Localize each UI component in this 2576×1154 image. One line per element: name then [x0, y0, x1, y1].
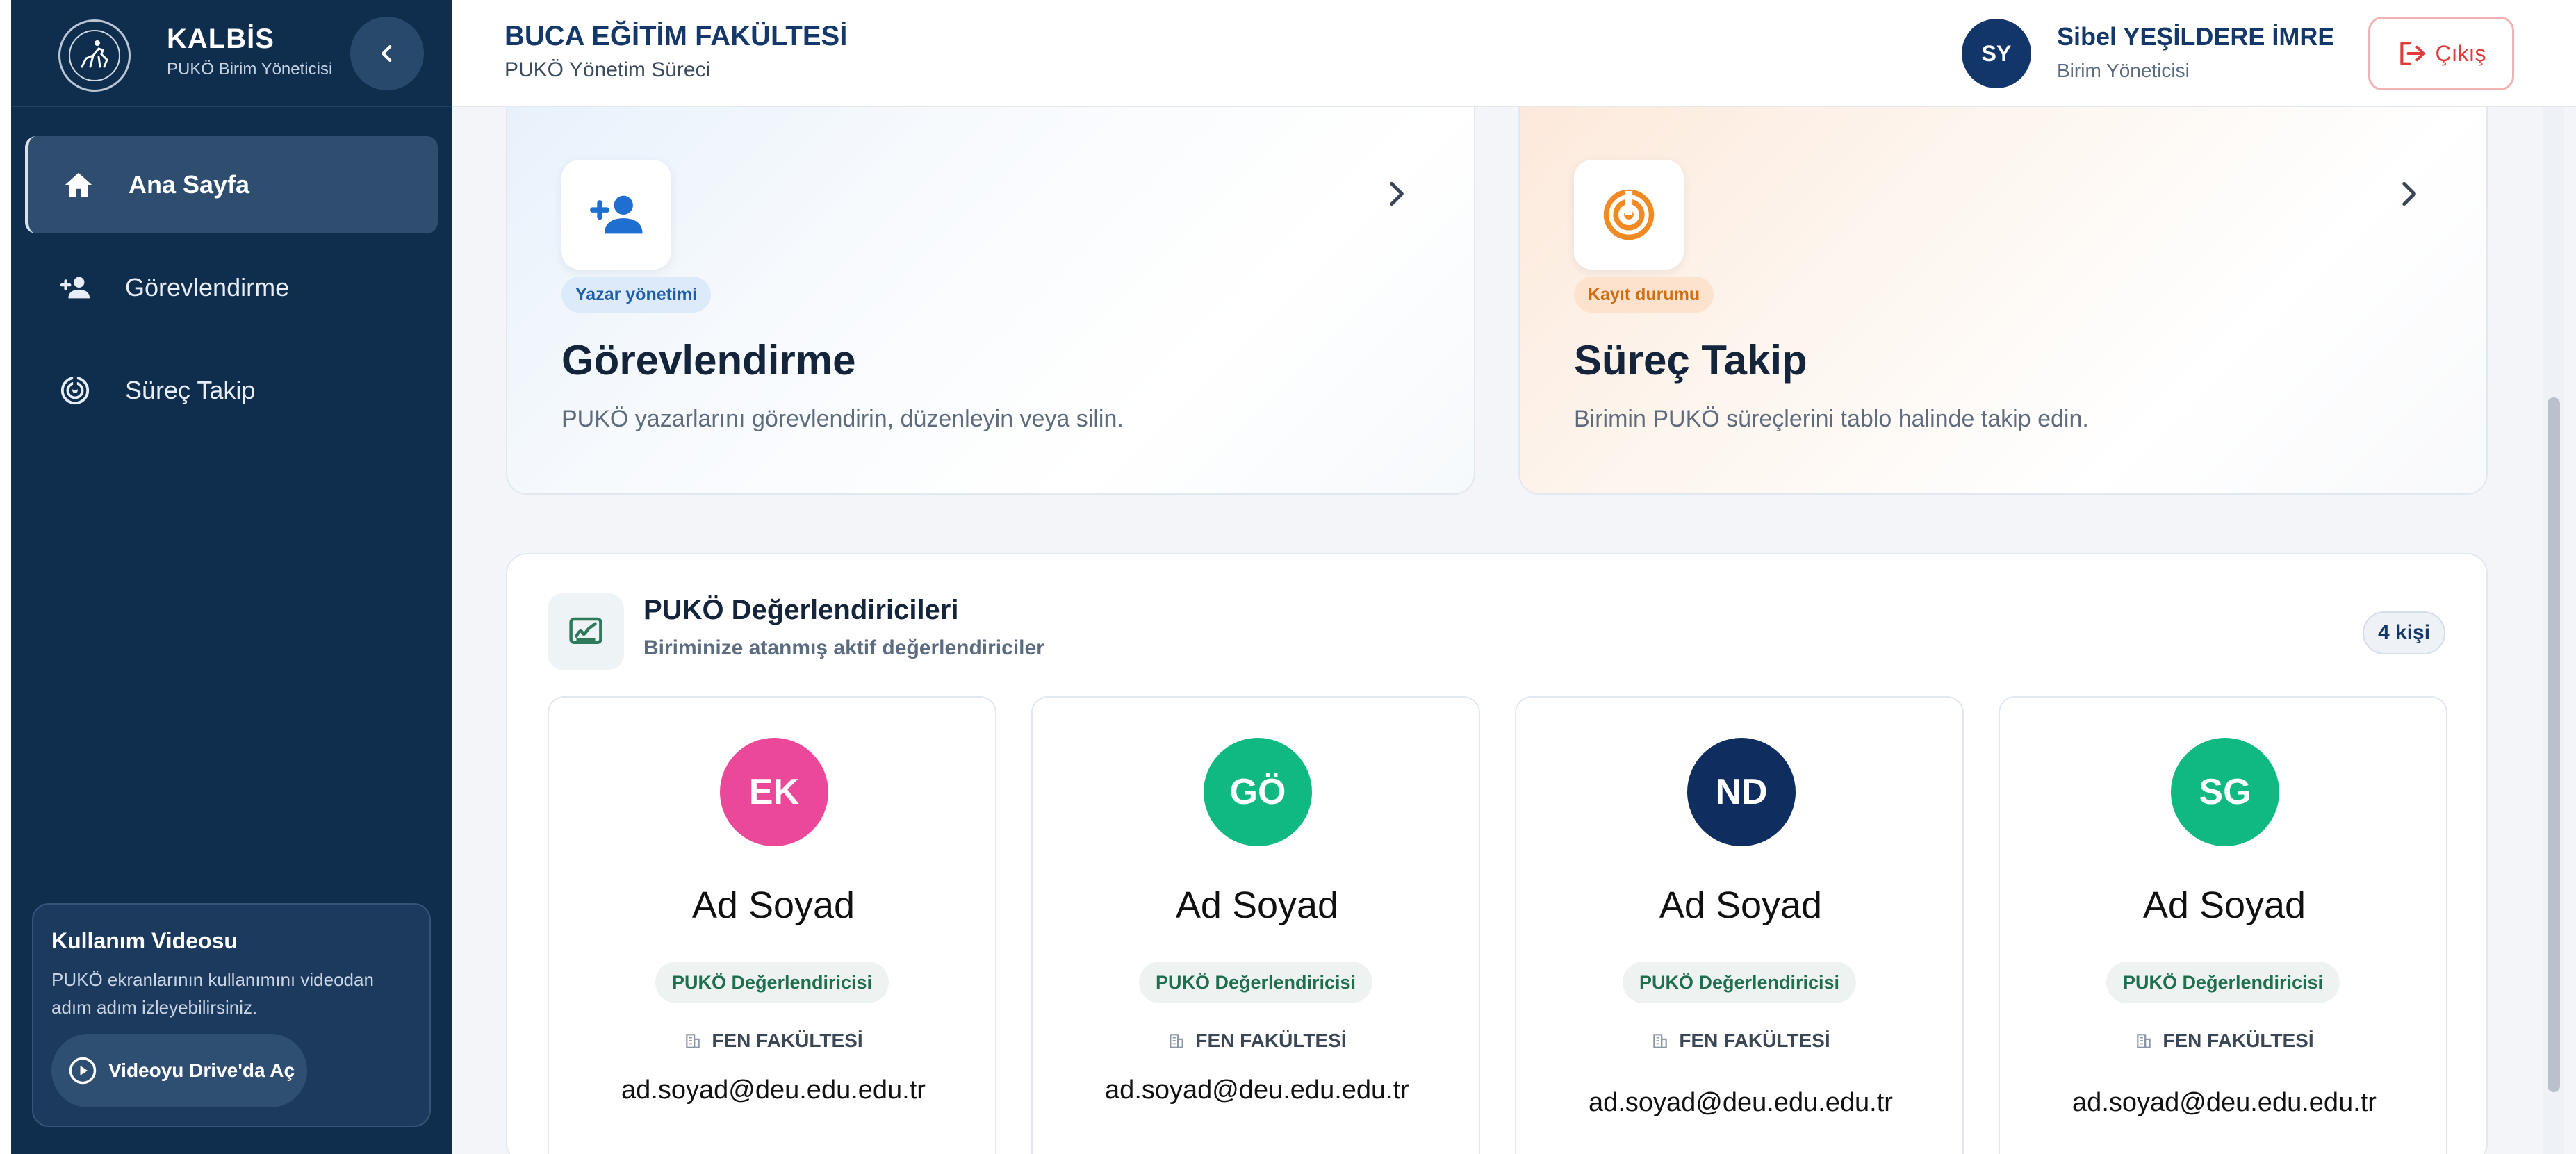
evaluator-unit: FEN FAKÜLTESİ: [549, 1030, 998, 1052]
chevron-left-icon: [382, 44, 392, 63]
person-add-icon: [590, 195, 643, 234]
evaluator-unit: FEN FAKÜLTESİ: [1516, 1030, 1965, 1052]
evaluators-subtitle: Biriminize atanmış aktif değerlendiricil…: [643, 636, 1044, 659]
card-title: Süreç Takip: [1574, 337, 1807, 384]
logout-icon: [2399, 42, 2425, 65]
scrollbar-thumb[interactable]: [2548, 397, 2560, 1092]
chevron-right-icon: [1390, 181, 1404, 206]
evaluator-avatar: SG: [2171, 738, 2279, 846]
page-scrollbar[interactable]: [2543, 107, 2564, 1154]
card-title: Görevlendirme: [561, 337, 856, 384]
evaluator-role-badge: PUKÖ Değerlendiricisi: [655, 962, 889, 1003]
logout-button[interactable]: Çıkış: [2368, 17, 2514, 90]
window-edge: [0, 0, 11, 1154]
evaluator-unit: FEN FAKÜLTESİ: [2000, 1030, 2449, 1052]
sidebar-item-label: Süreç Takip: [125, 376, 256, 404]
evaluator-unit-label: FEN FAKÜLTESİ: [1679, 1030, 1830, 1051]
evaluator-card: ND Ad Soyad PUKÖ Değerlendiricisi FEN FA…: [1515, 696, 1964, 1154]
evaluator-unit: FEN FAKÜLTESİ: [1033, 1030, 1482, 1052]
evaluator-role-badge: PUKÖ Değerlendiricisi: [1138, 962, 1373, 1003]
evaluators-count-badge: 4 kişi: [2363, 611, 2446, 654]
app-title: KALBİS: [167, 24, 274, 54]
evaluators-title: PUKÖ Değerlendiricileri: [643, 595, 959, 625]
sidebar-item-gorevlendirme[interactable]: Görevlendirme: [25, 239, 438, 336]
sidebar-item-label: Ana Sayfa: [129, 170, 250, 199]
process-card-icon-box: [1574, 160, 1684, 270]
evaluator-card: EK Ad Soyad PUKÖ Değerlendiricisi FEN FA…: [548, 696, 996, 1154]
card-description: PUKÖ yazarlarını görevlendirin, düzenley…: [561, 406, 1124, 432]
user-avatar: SY: [1962, 19, 2031, 88]
evaluator-email: ad.soyad@deu.edu.edu.tr: [2072, 1088, 2377, 1117]
video-card-title: Kullanım Videosu: [51, 928, 238, 953]
person-add-icon: [58, 271, 92, 304]
evaluator-unit-label: FEN FAKÜLTESİ: [712, 1030, 863, 1051]
chevron-right-icon: [2402, 181, 2416, 206]
home-icon: [62, 168, 95, 201]
evaluator-email: ad.soyad@deu.edu.edu.tr: [1105, 1075, 1409, 1105]
evaluator-unit-label: FEN FAKÜLTESİ: [2163, 1030, 2314, 1051]
evaluator-name: Ad Soyad: [1175, 884, 1339, 926]
top-header: BUCA EĞİTİM FAKÜLTESİ PUKÖ Yönetim Sürec…: [452, 0, 2576, 107]
evaluator-avatar: ND: [1687, 738, 1796, 846]
play-circle-icon: [69, 1057, 97, 1085]
user-name: Sibel YEŞİLDERE İMRE: [2057, 22, 2335, 51]
evaluator-avatar: GÖ: [1204, 738, 1312, 846]
app-subtitle: PUKÖ Birim Yöneticisi: [167, 60, 333, 79]
radar-icon: [1603, 189, 1655, 240]
usage-video-card: Kullanım Videosu PUKÖ ekranlarının kulla…: [32, 903, 431, 1127]
logout-label: Çıkış: [2435, 40, 2486, 66]
card-badge: Yazar yönetimi: [561, 277, 712, 313]
evaluators-panel: PUKÖ Değerlendiricileri Biriminize atanm…: [506, 553, 2488, 1154]
page-subtitle: PUKÖ Yönetim Süreci: [504, 58, 711, 81]
sidebar-brand: KALBİS PUKÖ Birim Yöneticisi: [11, 0, 452, 107]
evaluator-role-badge: PUKÖ Değerlendiricisi: [2106, 962, 2340, 1003]
university-logo: [58, 19, 131, 92]
horse-rider-icon: [69, 30, 120, 81]
signature-icon: [569, 617, 602, 644]
building-icon: [1170, 1034, 1184, 1048]
page-title: BUCA EĞİTİM FAKÜLTESİ: [504, 21, 848, 51]
building-icon: [1653, 1034, 1668, 1048]
evaluator-card: GÖ Ad Soyad PUKÖ Değerlendiricisi FEN FA…: [1031, 696, 1480, 1154]
open-video-label: Videoyu Drive'da Aç: [108, 1060, 295, 1081]
evaluator-name: Ad Soyad: [2142, 884, 2306, 926]
open-video-button[interactable]: Videoyu Drive'da Aç: [51, 1034, 307, 1107]
building-icon: [2137, 1034, 2151, 1048]
user-role: Birim Yöneticisi: [2057, 60, 2190, 81]
evaluator-unit-label: FEN FAKÜLTESİ: [1195, 1030, 1347, 1051]
assignment-card-icon-box: [561, 160, 671, 270]
evaluator-role-badge: PUKÖ Değerlendiricisi: [1622, 962, 1857, 1003]
evaluator-name: Ad Soyad: [691, 884, 855, 926]
evaluator-name: Ad Soyad: [1659, 884, 1823, 926]
process-tracking-card[interactable]: Kayıt durumu Süreç Takip Birimin PUKÖ sü…: [1518, 107, 2488, 495]
radar-icon: [58, 374, 92, 407]
building-icon: [686, 1034, 700, 1048]
sidebar-item-ana-sayfa[interactable]: Ana Sayfa: [25, 136, 438, 233]
card-badge: Kayıt durumu: [1574, 277, 1714, 313]
collapse-sidebar-button[interactable]: [350, 17, 424, 90]
assignment-card[interactable]: Yazar yönetimi Görevlendirme PUKÖ yazarl…: [506, 107, 1475, 495]
sidebar-item-label: Görevlendirme: [125, 273, 290, 302]
evaluator-email: ad.soyad@deu.edu.edu.tr: [1589, 1088, 1893, 1117]
sidebar-item-surec-takip[interactable]: Süreç Takip: [25, 342, 438, 439]
evaluator-card: SG Ad Soyad PUKÖ Değerlendiricisi FEN FA…: [1999, 696, 2447, 1154]
sidebar: KALBİS PUKÖ Birim Yöneticisi Ana Sayfa G…: [11, 0, 452, 1154]
evaluators-icon-box: [548, 593, 624, 670]
video-card-description: PUKÖ ekranlarının kullanımını videodan a…: [51, 969, 374, 1018]
evaluator-avatar: EK: [720, 738, 828, 846]
evaluator-email: ad.soyad@deu.edu.edu.tr: [621, 1075, 926, 1105]
card-description: Birimin PUKÖ süreçlerini tablo halinde t…: [1574, 406, 2089, 432]
